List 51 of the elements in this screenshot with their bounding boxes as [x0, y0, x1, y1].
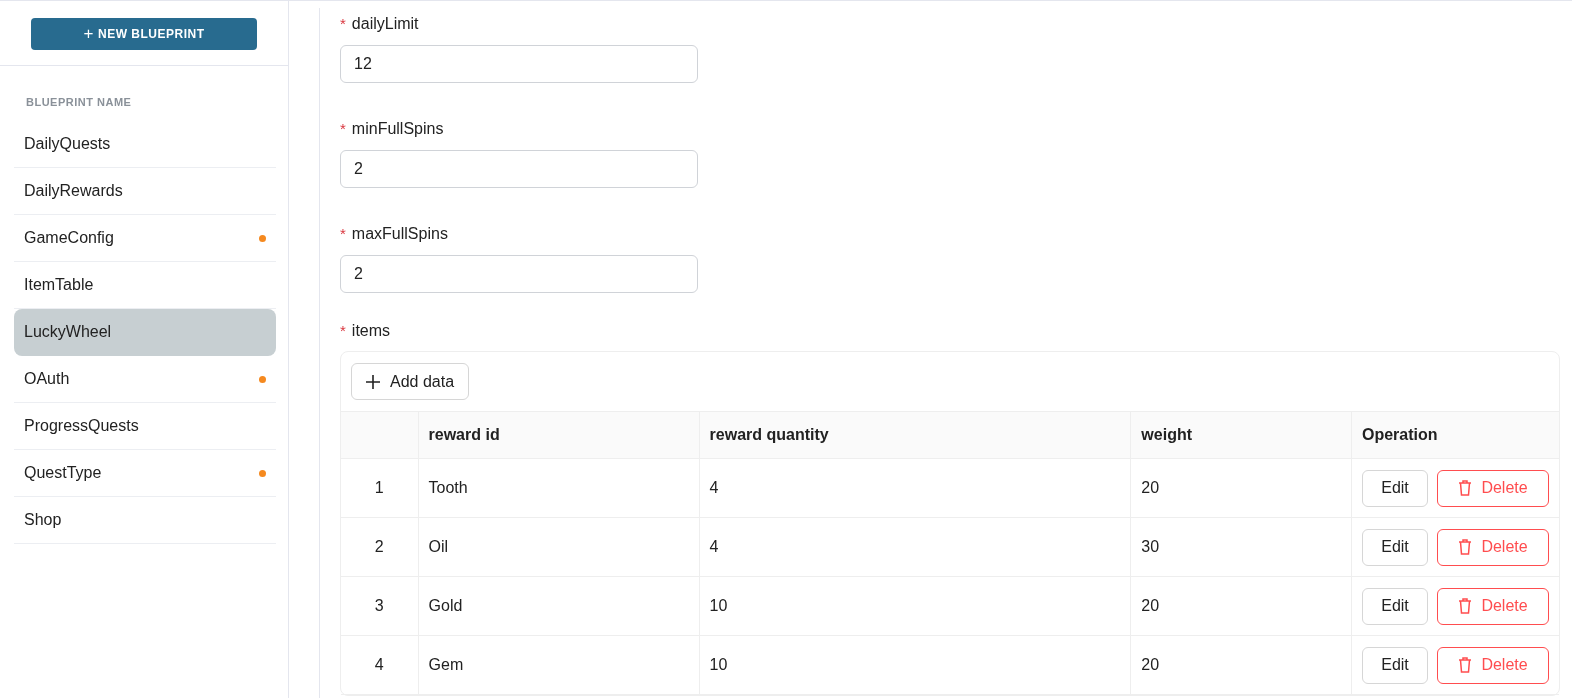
add-data-button[interactable]: Add data — [351, 363, 470, 400]
list-header: BLUEPRINT NAME — [26, 96, 133, 108]
table-cell: 10 — [699, 635, 1131, 695]
required-mark: * — [340, 225, 346, 242]
trash-icon — [1458, 539, 1473, 555]
field-label: items — [351, 322, 391, 340]
column-header: weight — [1130, 411, 1352, 459]
table-cell: Gold — [418, 576, 700, 636]
field-label: minFullSpins — [351, 120, 444, 138]
row-number: 4 — [341, 635, 419, 695]
table-cell: Gem — [418, 635, 700, 695]
input-field[interactable]: 2 — [340, 255, 698, 293]
sidebar-item[interactable]: DailyQuests — [14, 121, 276, 168]
input-field[interactable]: 2 — [340, 150, 698, 188]
table-cell: 10 — [699, 576, 1131, 636]
column-header: reward quantity — [699, 411, 1131, 459]
sidebar-item[interactable]: GameConfig — [14, 215, 276, 262]
trash-icon — [1458, 657, 1473, 673]
sidebar-item[interactable]: OAuth — [14, 356, 276, 403]
sidebar-item[interactable]: QuestType — [14, 450, 276, 497]
field-label: maxFullSpins — [351, 225, 448, 243]
sidebar-item[interactable]: Shop — [14, 497, 276, 544]
sidebar-item[interactable]: LuckyWheel — [14, 309, 276, 356]
field-label: dailyLimit — [351, 15, 419, 33]
sidebar-item[interactable]: DailyRewards — [14, 168, 276, 215]
required-mark: * — [340, 322, 346, 339]
edit-button[interactable]: Edit — [1362, 646, 1428, 684]
table-cell: Tooth — [418, 458, 700, 518]
sidebar-item[interactable]: ProgressQuests — [14, 403, 276, 450]
new-blueprint-button[interactable]: + NEW BLUEPRINT — [31, 18, 257, 50]
column-header: Operation — [1351, 411, 1559, 459]
edit-button[interactable]: Edit — [1362, 469, 1428, 507]
row-number: 2 — [341, 517, 419, 577]
required-mark: * — [340, 120, 346, 137]
plus-icon — [366, 374, 380, 389]
row-number: 3 — [341, 576, 419, 636]
table-cell: 20 — [1130, 458, 1352, 518]
table-cell: 20 — [1130, 635, 1352, 695]
trash-icon — [1458, 598, 1473, 614]
input-field[interactable]: 12 — [340, 45, 698, 83]
table-cell: 4 — [699, 517, 1131, 577]
trash-icon — [1458, 480, 1473, 496]
edit-button[interactable]: Edit — [1362, 528, 1428, 566]
column-header: reward id — [418, 411, 700, 459]
edit-button[interactable]: Edit — [1362, 587, 1428, 625]
table-cell: 4 — [699, 458, 1131, 518]
table-cell: 20 — [1130, 576, 1352, 636]
required-mark: * — [340, 15, 346, 32]
table-cell: 30 — [1130, 517, 1352, 577]
row-number: 1 — [341, 458, 419, 518]
table-cell: Oil — [418, 517, 700, 577]
